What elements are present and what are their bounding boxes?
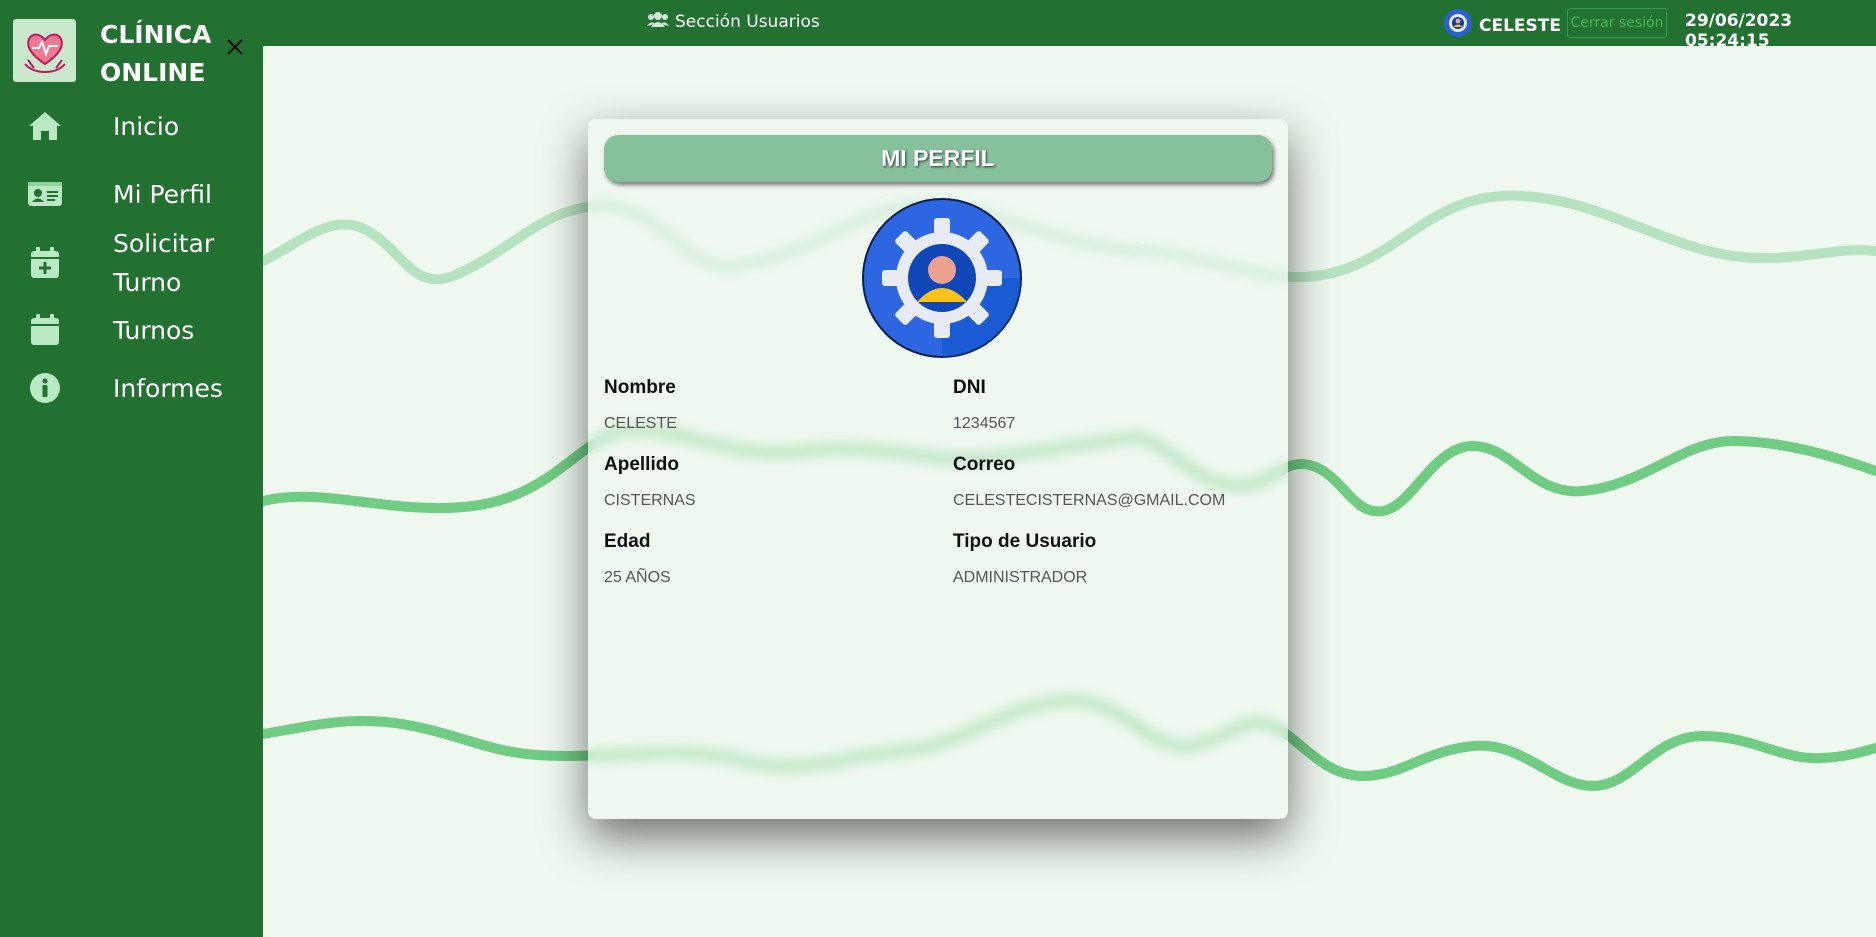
datetime: 29/06/2023 05:24:15 [1685, 11, 1793, 51]
logout-button[interactable]: Cerrar sesión [1567, 8, 1667, 38]
sidebar-item-label: Solicitar Turno [113, 229, 215, 297]
sidebar-item-turnos[interactable]: Turnos [0, 302, 263, 358]
calendar-icon [26, 311, 64, 349]
brand: CLÍNICA ONLINE [0, 0, 263, 94]
home-icon [26, 107, 64, 145]
field-label-nombre: Nombre [604, 377, 676, 398]
field-label-apellido: Apellido [604, 454, 679, 475]
sidebar-item-label: Turnos [113, 315, 195, 345]
field-value-edad: 25 AÑOS [604, 569, 671, 586]
user-chip[interactable]: CELESTE [1443, 8, 1561, 43]
profile-card-title: MI PERFIL [604, 135, 1272, 182]
sidebar-item-inicio[interactable]: Inicio [0, 98, 263, 154]
sidebar-item-label: Inicio [113, 111, 180, 141]
field-value-apellido: CISTERNAS [604, 492, 696, 509]
sidebar-item-informes[interactable]: Informes [0, 360, 263, 416]
heart-hands-icon[interactable] [13, 19, 76, 82]
id-card-icon [26, 175, 64, 213]
user-name: CELESTE [1479, 15, 1561, 36]
sidebar-item-label: Informes [113, 373, 223, 403]
field-value-correo: CELESTECISTERNAS@GMAIL.COM [953, 492, 1226, 509]
users-icon [647, 11, 669, 32]
sidebar-item-mi-perfil[interactable]: Mi Perfil [0, 166, 263, 222]
sidebar-item-label: Mi Perfil [113, 179, 212, 209]
field-label-correo: Correo [953, 454, 1016, 475]
brand-title: CLÍNICA ONLINE [100, 20, 212, 87]
field-label-tipo-usuario: Tipo de Usuario [953, 531, 1097, 552]
field-label-edad: Edad [604, 531, 651, 552]
field-value-nombre: CELESTE [604, 415, 677, 432]
field-value-dni: 1234567 [953, 415, 1016, 432]
user-gear-avatar-icon [1443, 8, 1473, 43]
topbar: Sección Usuarios CELESTE Cerrar sesión 2… [263, 0, 1876, 51]
sidebar-item-solicitar-turno[interactable]: Solicitar Turno [0, 224, 263, 302]
sidebar: CLÍNICA ONLINE Inicio Mi Perfil Solicita… [0, 0, 263, 937]
field-value-tipo-usuario: ADMINISTRADOR [953, 569, 1088, 586]
section-title: Sección Usuarios [647, 11, 820, 32]
info-circle-icon [26, 369, 64, 407]
profile-card: MI PERFIL Nombre CELESTE DNI 1234567 Ape [588, 119, 1288, 819]
section-title-text: Sección Usuarios [675, 11, 820, 32]
user-gear-avatar-icon [862, 198, 1022, 358]
field-label-dni: DNI [953, 377, 986, 398]
calendar-plus-icon [26, 244, 64, 282]
close-icon[interactable] [222, 34, 248, 60]
